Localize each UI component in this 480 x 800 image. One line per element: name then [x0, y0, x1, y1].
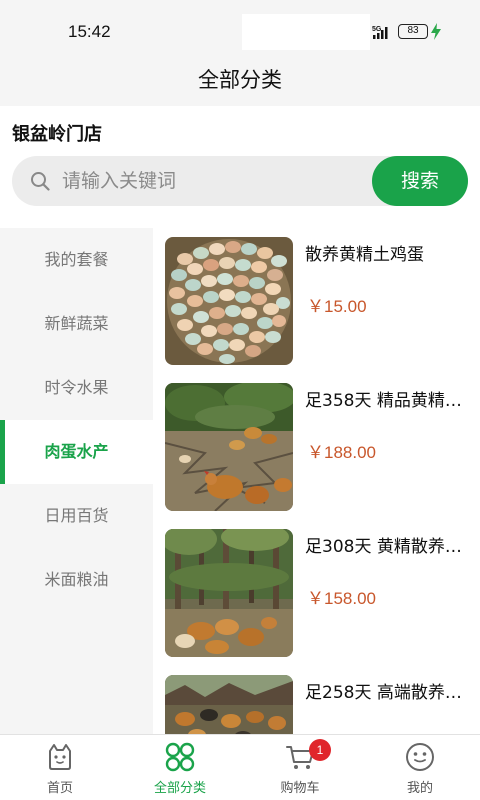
category-rice-flour-oil[interactable]: 米面粮油 [0, 548, 153, 612]
battery-level: 83 [407, 25, 419, 36]
tab-home-label: 首页 [46, 781, 73, 796]
product-image-chickens[interactable] [165, 383, 293, 511]
page-header: 全部分类 [0, 56, 480, 106]
product-name: 散养黄精土鸡蛋 [305, 245, 424, 265]
category-fresh-vegetables[interactable]: 新鲜蔬菜 [0, 292, 153, 356]
network-type-label: 5G [372, 26, 382, 33]
product-price: ￥158.00 [307, 589, 376, 608]
home-icon [49, 744, 71, 770]
search-input[interactable] [62, 156, 362, 206]
tab-home[interactable]: 首页 [0, 735, 120, 800]
cart-count-badge: 1 [309, 739, 331, 761]
category-meat-eggs-seafood[interactable]: 肉蛋水产 [0, 420, 153, 484]
product-card[interactable]: 足308天 黄精散养土鸡 ￥158.00 [153, 520, 480, 666]
battery-indicator: 83 [398, 24, 428, 39]
status-bar: 15:42 5G 83 [0, 0, 480, 56]
product-image-chickens-woods[interactable] [165, 529, 293, 657]
product-name: 足258天 高端散养土鸡 [305, 683, 470, 703]
product-card[interactable]: 足358天 精品黄精土鸡 ￥188.00 [153, 374, 480, 520]
profile-icon [406, 743, 434, 771]
product-card[interactable]: 足258天 高端散养土鸡 [153, 666, 480, 734]
bottom-tab-bar: 首页 全部分类 1 购物车 我的 [0, 734, 480, 800]
product-card[interactable]: 散养黄精土鸡蛋 ￥15.00 [153, 228, 480, 374]
tab-all-categories[interactable]: 全部分类 [120, 735, 240, 800]
category-seasonal-fruit[interactable]: 时令水果 [0, 356, 153, 420]
charging-icon [431, 23, 441, 40]
product-image-eggs[interactable] [165, 237, 293, 365]
search-button[interactable]: 搜索 [372, 156, 468, 206]
store-search-section: 银盆岭门店 搜索 [0, 106, 480, 228]
product-price: ￥15.00 [307, 297, 367, 316]
status-time: 15:42 [68, 22, 111, 41]
product-name: 足308天 黄精散养土鸡 [305, 537, 470, 557]
product-name: 足358天 精品黄精土鸡 [305, 391, 470, 411]
category-my-package[interactable]: 我的套餐 [0, 228, 153, 292]
tab-cart[interactable]: 1 购物车 [240, 735, 360, 800]
category-icon [165, 742, 195, 772]
status-notification-area [242, 14, 370, 50]
tab-profile[interactable]: 我的 [360, 735, 480, 800]
signal-icon: 5G [372, 26, 388, 39]
tab-profile-label: 我的 [406, 781, 433, 796]
category-sidebar: 我的套餐 新鲜蔬菜 时令水果 肉蛋水产 日用百货 米面粮油 [0, 228, 153, 734]
search-bar: 搜索 [12, 156, 468, 206]
category-daily-goods[interactable]: 日用百货 [0, 484, 153, 548]
search-icon [31, 172, 50, 191]
product-price: ￥188.00 [307, 443, 376, 462]
tab-cart-label: 购物车 [280, 781, 320, 796]
product-image-chickens-flock[interactable] [165, 675, 293, 734]
product-list: 散养黄精土鸡蛋 ￥15.00 足358天 精品黄精土鸡 ￥188.00 足308… [153, 228, 480, 734]
store-name[interactable]: 银盆岭门店 [12, 120, 102, 146]
page-title: 全部分类 [198, 68, 282, 92]
tab-all-categories-label: 全部分类 [153, 781, 206, 796]
